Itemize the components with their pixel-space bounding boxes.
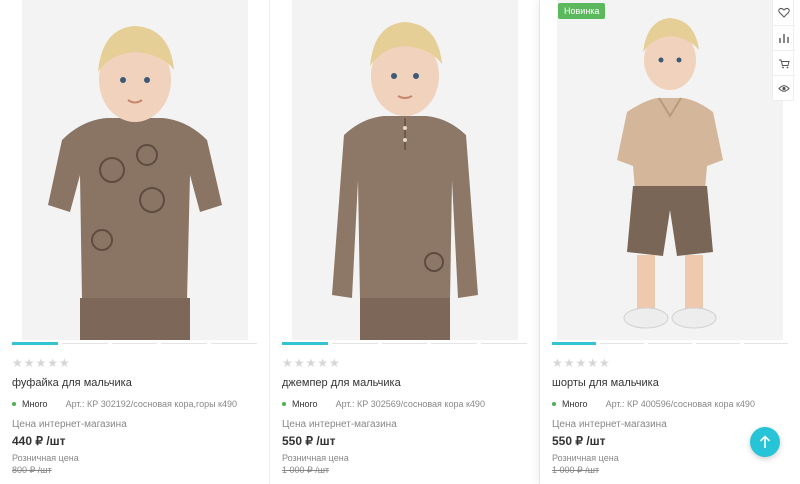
stock-status: Много — [22, 399, 48, 409]
retail-price-label: Розничная цена — [12, 453, 79, 463]
stock-status: Много — [562, 399, 588, 409]
heart-icon[interactable] — [773, 0, 795, 25]
retail-price-label: Розничная цена — [282, 453, 349, 463]
availability: Много Арт.: КР 302192/сосновая кора,горы… — [12, 397, 257, 411]
product-grid: ★★★★★ фуфайка для мальчика Много Арт.: К… — [0, 0, 800, 484]
in-stock-dot — [552, 402, 556, 406]
availability: Много Арт.: КР 302569/сосновая кора к490 — [282, 397, 527, 411]
scroll-to-top-button[interactable] — [750, 427, 780, 457]
arrow-up-icon — [759, 435, 771, 448]
online-price-label: Цена интернет-магазина — [552, 419, 667, 430]
product-card[interactable]: ★★★★★ фуфайка для мальчика Много Арт.: К… — [0, 0, 270, 484]
product-photo-illustration — [557, 0, 783, 340]
image-pagination[interactable] — [282, 342, 527, 345]
product-title[interactable]: фуфайка для мальчика — [12, 377, 257, 391]
image-pagination[interactable] — [552, 342, 788, 345]
product-card[interactable]: ★★★★★ джемпер для мальчика Много Арт.: К… — [270, 0, 540, 484]
product-card[interactable]: Новинка ★★★★★ шорты для мальчика Много А… — [540, 0, 800, 484]
rating-stars: ★★★★★ — [282, 356, 341, 370]
cart-icon[interactable] — [773, 50, 795, 75]
in-stock-dot — [12, 402, 16, 406]
product-photo[interactable] — [21, 0, 248, 340]
product-photo-illustration — [291, 0, 518, 340]
online-price: 550 ₽ /шт — [282, 434, 336, 448]
image-pagination[interactable] — [12, 342, 257, 345]
product-photo-illustration — [21, 0, 248, 340]
rating-stars: ★★★★★ — [552, 356, 611, 370]
online-price-label: Цена интернет-магазина — [12, 419, 127, 430]
product-photo[interactable] — [291, 0, 518, 340]
retail-price: 800 ₽ /шт — [12, 465, 52, 475]
article-number: Арт.: КР 400596/сосновая кора к490 — [605, 399, 755, 409]
retail-price: 1 000 ₽ /шт — [552, 465, 600, 475]
product-photo[interactable] — [557, 0, 783, 340]
rating-stars: ★★★★★ — [12, 356, 71, 370]
in-stock-dot — [282, 402, 286, 406]
retail-price-label: Розничная цена — [552, 453, 619, 463]
compare-icon[interactable] — [773, 25, 795, 50]
new-badge: Новинка — [558, 3, 606, 19]
eye-icon[interactable] — [773, 75, 795, 100]
product-title[interactable]: джемпер для мальчика — [282, 377, 527, 391]
stock-status: Много — [292, 399, 318, 409]
online-price-label: Цена интернет-магазина — [282, 419, 397, 430]
availability: Много Арт.: КР 400596/сосновая кора к490 — [552, 397, 788, 411]
online-price: 440 ₽ /шт — [12, 434, 66, 448]
retail-price: 1 000 ₽ /шт — [282, 465, 330, 475]
card-actions — [772, 0, 795, 101]
article-number: Арт.: КР 302569/сосновая кора к490 — [335, 399, 485, 409]
product-title[interactable]: шорты для мальчика — [552, 377, 788, 391]
article-number: Арт.: КР 302192/сосновая кора,горы к490 — [65, 399, 238, 409]
